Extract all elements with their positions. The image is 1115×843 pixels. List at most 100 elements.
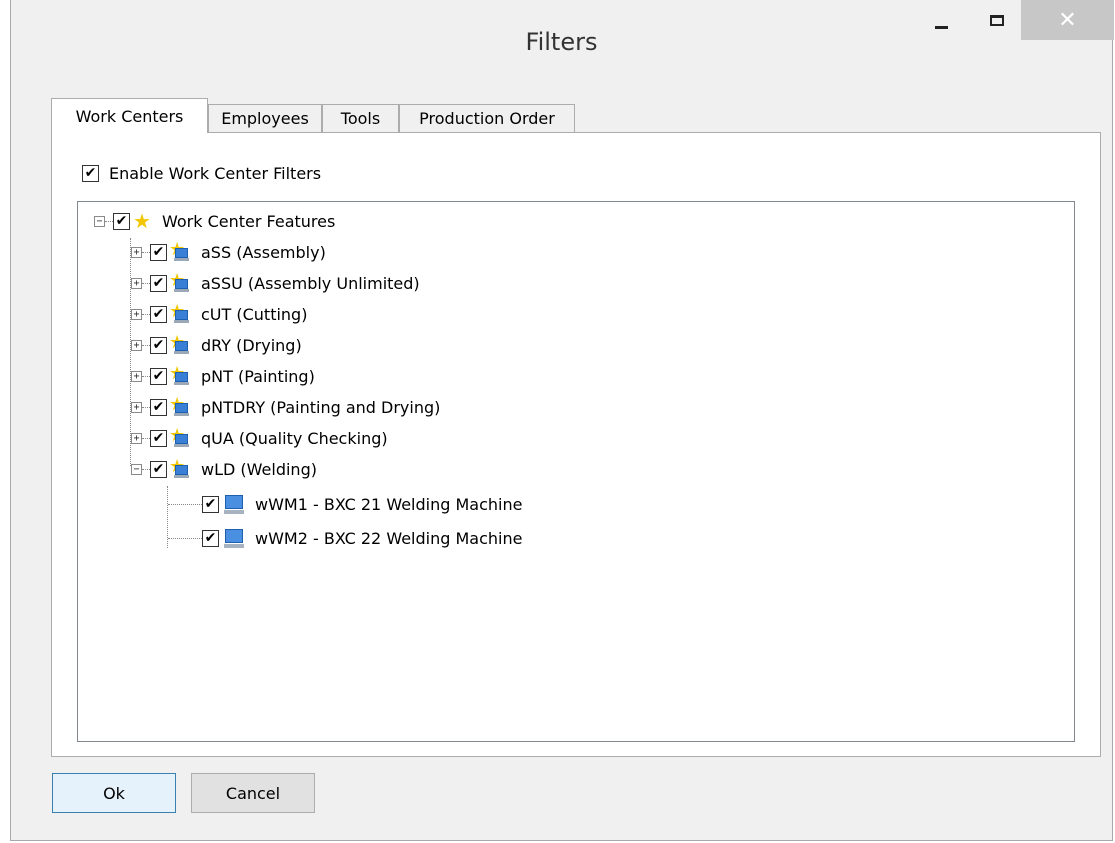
work-center-icon: ★ [169,364,191,386]
tree-node-work-center[interactable]: + ✔ ★ aSSU (Assembly Unlimited) [131,271,420,295]
collapse-icon[interactable]: − [131,463,142,475]
tab-work-centers[interactable]: Work Centers [51,98,208,133]
tree-node-label: Work Center Features [162,211,336,231]
tree-node-label: dRY (Drying) [201,335,302,355]
tree-node-work-center[interactable]: − ✔ ★ wLD (Welding) [131,457,317,481]
tree-node-work-center[interactable]: + ✔ ★ aSS (Assembly) [131,240,326,264]
minimize-button[interactable] [921,0,961,40]
tree-node-label: qUA (Quality Checking) [201,428,388,448]
check-icon: ✔ [152,275,165,291]
tab-label: Production Order [419,109,555,128]
tree-checkbox[interactable]: ✔ [150,305,167,323]
tree-checkbox[interactable]: ✔ [150,336,167,354]
cancel-button[interactable]: Cancel [191,773,315,813]
tree-node-machine[interactable]: ✔ wWM2 - BXC 22 Welding Machine [168,526,522,550]
tab-label: Employees [221,109,309,128]
tree-checkbox[interactable]: ✔ [150,429,167,447]
work-center-icon: ★ [169,271,191,293]
minimize-icon [934,25,948,29]
tree-node-work-center[interactable]: + ✔ ★ cUT (Cutting) [131,302,307,326]
tree-checkbox[interactable]: ✔ [202,529,219,547]
tree-connector [142,437,150,439]
tree-checkbox[interactable]: ✔ [150,367,167,385]
check-icon: ✔ [152,244,165,260]
tree-node-root[interactable]: − ✔ ★ Work Center Features [94,209,335,233]
work-center-icon: ★ [169,302,191,324]
work-center-tree[interactable]: − ✔ ★ Work Center Features + ✔ ★ aSS (As… [77,201,1075,742]
work-center-icon: ★ [169,333,191,355]
tree-connector [168,503,202,505]
tree-checkbox[interactable]: ✔ [202,495,219,513]
ok-button[interactable]: Ok [52,773,176,813]
check-icon: ✔ [204,530,217,546]
expand-icon[interactable]: + [131,246,142,258]
tree-node-work-center[interactable]: + ✔ ★ qUA (Quality Checking) [131,426,388,450]
close-icon: ✕ [1058,7,1077,33]
title-bar[interactable]: Filters ✕ [11,0,1114,86]
tree-connector [142,468,150,470]
tree-connector [168,537,202,539]
close-button[interactable]: ✕ [1021,0,1114,40]
tree-connector [142,406,150,408]
tab-tools[interactable]: Tools [322,104,399,132]
tree-connector [105,220,113,222]
tree-node-work-center[interactable]: + ✔ ★ pNTDRY (Painting and Drying) [131,395,440,419]
tree-connector [142,344,150,346]
check-icon: ✔ [115,213,128,229]
tree-checkbox[interactable]: ✔ [150,460,167,478]
check-icon: ✔ [152,461,165,477]
tree-node-label: wWM2 - BXC 22 Welding Machine [255,528,523,548]
tree-connector [142,375,150,377]
check-icon: ✔ [84,165,97,181]
expand-icon[interactable]: + [131,277,142,289]
check-icon: ✔ [152,430,165,446]
expand-icon[interactable]: + [131,370,142,382]
maximize-button[interactable] [977,0,1017,40]
tab-employees[interactable]: Employees [208,104,322,132]
check-icon: ✔ [152,306,165,322]
tree-node-label: wWM1 - BXC 21 Welding Machine [255,494,523,514]
tree-node-label: aSSU (Assembly Unlimited) [201,273,420,293]
machine-icon [223,527,245,549]
machine-icon [223,493,245,515]
enable-filters-checkbox[interactable]: ✔ [82,164,99,182]
expand-icon[interactable]: + [131,339,142,351]
expand-icon[interactable]: + [131,401,142,413]
tree-checkbox[interactable]: ✔ [150,398,167,416]
work-center-icon: ★ [169,240,191,262]
tree-node-work-center[interactable]: + ✔ ★ dRY (Drying) [131,333,302,357]
tab-label: Tools [340,109,381,128]
tree-checkbox[interactable]: ✔ [113,212,130,230]
enable-filters-label: Enable Work Center Filters [109,163,322,183]
tree-node-label: pNTDRY (Painting and Drying) [201,397,441,417]
check-icon: ✔ [152,368,165,384]
work-center-icon: ★ [169,457,191,479]
work-centers-tab-page: ✔ Enable Work Center Filters − ✔ ★ Work … [51,132,1101,757]
cancel-button-label: Cancel [225,783,281,803]
tree-node-label: cUT (Cutting) [201,304,308,324]
tree-node-label: wLD (Welding) [201,459,317,479]
maximize-icon [990,14,1004,26]
check-icon: ✔ [152,337,165,353]
tree-node-machine[interactable]: ✔ wWM1 - BXC 21 Welding Machine [168,492,522,516]
check-icon: ✔ [152,399,165,415]
work-center-icon: ★ [169,395,191,417]
tree-connector [142,251,150,253]
enable-filters-row[interactable]: ✔ Enable Work Center Filters [82,163,321,183]
work-center-icon: ★ [169,426,191,448]
check-icon: ✔ [204,496,217,512]
expand-icon[interactable]: + [131,432,142,444]
tree-node-label: pNT (Painting) [201,366,315,386]
filters-dialog: Filters ✕ Work Centers Employees Tools P… [10,0,1114,841]
tree-checkbox[interactable]: ✔ [150,243,167,261]
expand-icon[interactable]: + [131,308,142,320]
star-icon: ★ [133,209,151,233]
tree-connector [142,313,150,315]
tab-production-order[interactable]: Production Order [399,104,575,132]
tree-node-label: aSS (Assembly) [201,242,326,262]
ok-button-label: Ok [103,783,125,803]
tree-connector [142,282,150,284]
tree-checkbox[interactable]: ✔ [150,274,167,292]
collapse-icon[interactable]: − [94,215,105,227]
tree-node-work-center[interactable]: + ✔ ★ pNT (Painting) [131,364,315,388]
